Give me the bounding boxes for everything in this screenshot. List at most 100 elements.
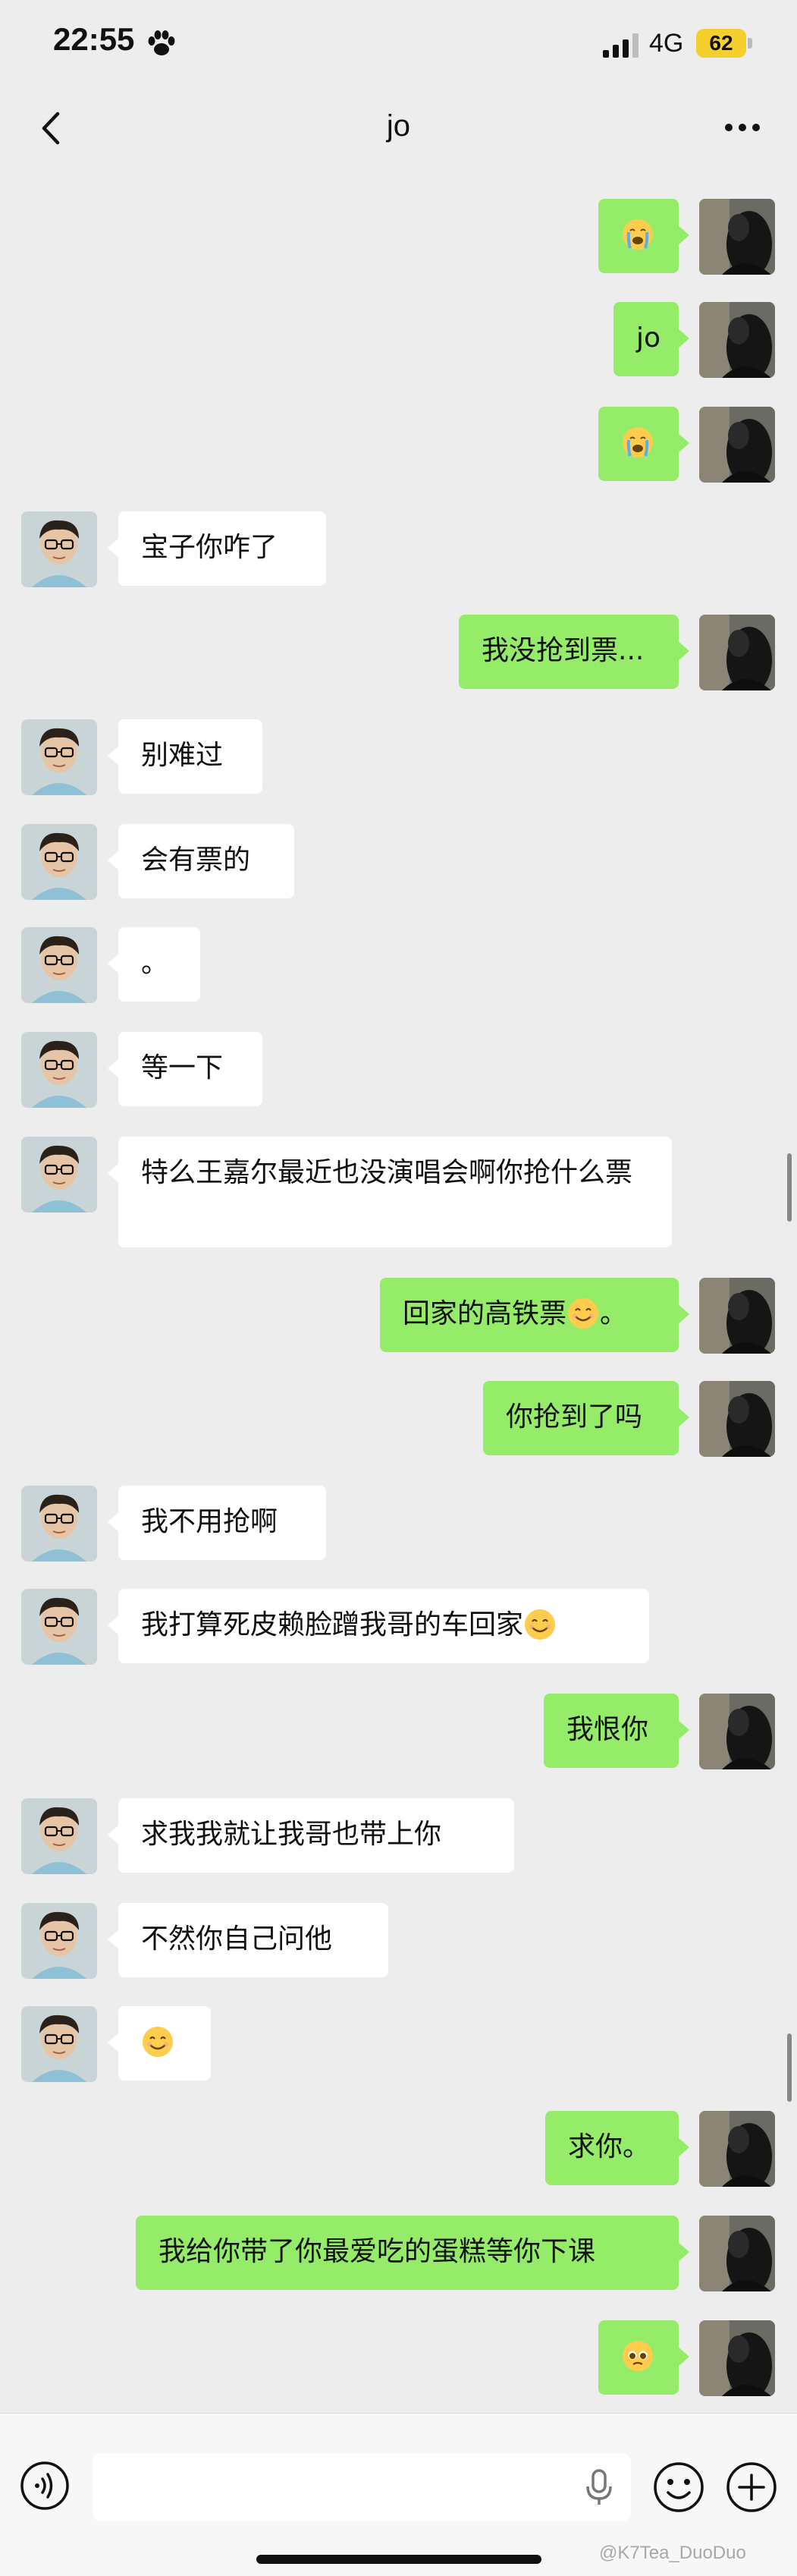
message-list[interactable]: jo 宝子你咋了 我没抢到票... 别难过 会有票的 。 等一下 特么王嘉尔最近… <box>0 167 797 2413</box>
message-bubble[interactable]: 等一下 <box>108 1032 262 1106</box>
boy-glasses-avatar-image <box>21 1137 97 1213</box>
boy-glasses-avatar-image <box>21 719 97 795</box>
message-bubble[interactable]: 我恨你 <box>544 1694 689 1768</box>
back-icon[interactable] <box>36 109 67 147</box>
message-input[interactable] <box>93 2453 631 2521</box>
contact-avatar[interactable] <box>21 511 97 587</box>
dark-hair-avatar-image <box>699 1694 775 1769</box>
contact-avatar[interactable] <box>21 1032 97 1108</box>
contact-avatar[interactable] <box>21 2006 97 2082</box>
my-avatar[interactable] <box>699 2320 775 2396</box>
boy-glasses-avatar-image <box>21 1486 97 1562</box>
message-bubble[interactable]: 特么王嘉尔最近也没演唱会啊你抢什么票 <box>108 1137 672 1247</box>
message-bubble[interactable] <box>598 2320 689 2395</box>
network-label: 4G <box>649 29 684 58</box>
crying-face-emoji-icon <box>623 219 653 250</box>
mic-icon[interactable] <box>584 2468 614 2506</box>
message-text: 我打算死皮赖脸蹭我哥的车回家 <box>141 1609 524 1640</box>
plus-icon[interactable] <box>725 2461 778 2514</box>
message-bubble[interactable]: 宝子你咋了 <box>108 511 326 586</box>
boy-glasses-avatar-image <box>21 2006 97 2082</box>
my-avatar[interactable] <box>699 2216 775 2291</box>
message-text: 会有票的 <box>141 845 251 876</box>
message-bubble[interactable]: 不然你自己问他 <box>108 1903 388 1977</box>
dark-hair-avatar-image <box>699 407 775 483</box>
scrollbar-thumb[interactable] <box>787 1153 792 1222</box>
message-text: 我没抢到票... <box>482 635 645 666</box>
voice-toggle-icon[interactable] <box>20 2461 70 2511</box>
watermark: @K7Tea_DuoDuo <box>599 2543 746 2563</box>
dark-hair-avatar-image <box>699 199 775 275</box>
contact-avatar[interactable] <box>21 1589 97 1665</box>
message-text: 。 <box>141 948 169 979</box>
contact-avatar[interactable] <box>21 1903 97 1979</box>
message-bubble[interactable]: 求你。 <box>545 2111 689 2185</box>
battery-tip <box>748 38 752 49</box>
contact-avatar[interactable] <box>21 927 97 1003</box>
message-bubble[interactable]: 我打算死皮赖脸蹭我哥的车回家 <box>108 1589 649 1663</box>
message-bubble[interactable]: 别难过 <box>108 719 262 794</box>
my-avatar[interactable] <box>699 1278 775 1354</box>
message-text: 求你。 <box>568 2131 651 2162</box>
contact-avatar[interactable] <box>21 824 97 900</box>
message-bubble[interactable] <box>108 2006 211 2081</box>
dark-hair-avatar-image <box>699 2111 775 2187</box>
dark-hair-avatar-image <box>699 302 775 378</box>
contact-avatar[interactable] <box>21 719 97 795</box>
home-indicator[interactable] <box>256 2555 541 2564</box>
smiling-face-emoji-icon <box>525 1609 556 1640</box>
status-time: 22:55 <box>53 21 135 57</box>
my-avatar[interactable] <box>699 615 775 690</box>
message-bubble[interactable]: 我给你带了你最爱吃的蛋糕等你下课 <box>136 2216 689 2290</box>
dark-hair-avatar-image <box>699 1278 775 1354</box>
contact-avatar[interactable] <box>21 1486 97 1562</box>
message-bubble[interactable]: 会有票的 <box>108 824 294 898</box>
message-text: 等一下 <box>141 1052 224 1084</box>
chat-title: jo <box>386 109 411 143</box>
boy-glasses-avatar-image <box>21 1798 97 1874</box>
message-text-suffix: 。 <box>600 1298 628 1329</box>
crying-face-emoji-icon <box>623 427 653 458</box>
scrollbar-thumb[interactable] <box>787 2033 792 2102</box>
signal-icon <box>603 33 639 58</box>
message-text: 我不用抢啊 <box>141 1506 278 1537</box>
message-bubble[interactable]: jo <box>613 302 689 376</box>
more-icon[interactable] <box>723 118 761 137</box>
boy-glasses-avatar-image <box>21 1589 97 1665</box>
smiling-face-emoji-icon <box>143 2027 173 2057</box>
contact-avatar[interactable] <box>21 1798 97 1874</box>
my-avatar[interactable] <box>699 302 775 378</box>
my-avatar[interactable] <box>699 2111 775 2187</box>
message-bubble[interactable] <box>598 407 689 481</box>
emoji-picker-icon[interactable] <box>652 2461 705 2514</box>
pleading-face-emoji-icon <box>623 2341 653 2371</box>
boy-glasses-avatar-image <box>21 1032 97 1108</box>
boy-glasses-avatar-image <box>21 927 97 1003</box>
status-bar: 22:55 4G 62 <box>0 0 797 91</box>
message-text: 求我我就让我哥也带上你 <box>141 1819 442 1850</box>
battery-indicator: 62 <box>696 29 746 58</box>
message-text: 宝子你咋了 <box>141 532 278 563</box>
dark-hair-avatar-image <box>699 2320 775 2396</box>
message-text: 我恨你 <box>566 1714 649 1745</box>
message-text: jo <box>636 322 661 354</box>
boy-glasses-avatar-image <box>21 1903 97 1979</box>
dark-hair-avatar-image <box>699 615 775 690</box>
smiling-face-emoji-icon <box>568 1298 599 1329</box>
my-avatar[interactable] <box>699 407 775 483</box>
input-bar: @K7Tea_DuoDuo <box>0 2413 797 2576</box>
my-avatar[interactable] <box>699 199 775 275</box>
my-avatar[interactable] <box>699 1694 775 1769</box>
my-avatar[interactable] <box>699 1381 775 1457</box>
message-bubble[interactable]: 我没抢到票... <box>459 615 689 689</box>
message-bubble[interactable]: 你抢到了吗 <box>483 1381 689 1455</box>
message-text: 别难过 <box>141 740 224 771</box>
message-text: 不然你自己问他 <box>141 1923 333 1955</box>
message-text: 特么王嘉尔最近也没演唱会啊你抢什么票 <box>141 1157 633 1188</box>
message-bubble[interactable]: 我不用抢啊 <box>108 1486 326 1560</box>
message-bubble[interactable]: 。 <box>108 927 200 1002</box>
message-bubble[interactable]: 回家的高铁票 。 <box>380 1278 689 1352</box>
contact-avatar[interactable] <box>21 1137 97 1213</box>
message-bubble[interactable]: 求我我就让我哥也带上你 <box>108 1798 514 1873</box>
message-bubble[interactable] <box>598 199 689 273</box>
